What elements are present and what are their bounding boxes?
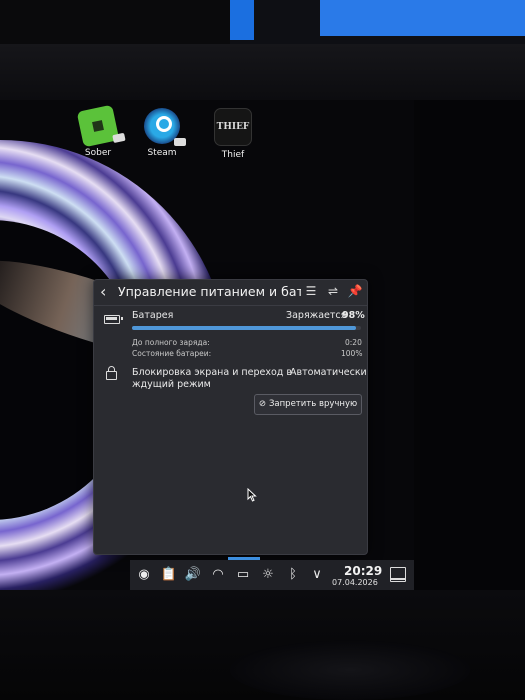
steam-icon <box>144 108 186 146</box>
show-desktop-icon[interactable] <box>390 567 406 582</box>
brightness-icon[interactable]: ☼ <box>258 565 278 585</box>
inhibit-manually-button[interactable]: ⊘ Запретить вручную <box>254 394 362 415</box>
clock-date[interactable]: 07.04.2026 <box>332 578 378 587</box>
time-to-full-label: До полного заряда: <box>132 338 210 347</box>
monitor-bezel-right <box>414 100 525 600</box>
inhibit-button-label: Запретить вручную <box>268 399 358 409</box>
thief-icon: THIEF <box>214 108 252 146</box>
lock-icon <box>106 366 117 380</box>
volume-icon[interactable]: 🔊 <box>183 565 203 585</box>
desktop-icon-thief[interactable]: THIEF Thief <box>203 108 263 160</box>
desktop-icon-label: Sober <box>84 148 112 158</box>
chevron-down-icon[interactable]: ∨ <box>307 565 327 585</box>
battery-progress-fill <box>132 326 357 330</box>
configure-icon[interactable]: ⇌ <box>325 283 341 299</box>
bluetooth-icon[interactable]: ᛒ <box>283 565 303 585</box>
active-indicator <box>228 557 260 560</box>
pin-icon[interactable]: 📌 <box>347 283 363 299</box>
desktop-icon-label: Thief <box>221 150 245 160</box>
battery-health-label: Состояние батареи: <box>132 349 212 358</box>
battery-label: Батарея <box>132 310 174 321</box>
sleep-mode-value: Автоматически <box>290 367 367 378</box>
battery-icon <box>104 315 123 324</box>
desktop-icon-sober[interactable]: Sober <box>68 104 128 158</box>
monitor-bezel-top <box>0 44 525 100</box>
desktop-icon-steam[interactable]: Steam <box>132 108 192 158</box>
battery-percent: 98% <box>342 310 365 321</box>
sleep-label-line2: ждущий режим <box>132 379 211 390</box>
sober-icon <box>76 104 126 148</box>
battery-tray-icon[interactable]: ▭ <box>233 565 253 585</box>
desktop-icon-label: Steam <box>147 148 177 158</box>
wifi-icon[interactable]: ◠ <box>208 565 228 585</box>
popup-header: ‹ Управление питанием и бат... ☰ ⇌ 📌 <box>94 280 367 304</box>
steam-tray-icon[interactable]: ◉ <box>134 565 154 585</box>
background-monitor <box>230 0 525 44</box>
clipboard-icon[interactable]: 📋 <box>159 565 179 585</box>
popup-title: Управление питанием и бат... <box>118 284 301 299</box>
back-button[interactable]: ‹ <box>100 282 106 301</box>
mouse-cursor-icon <box>247 488 257 502</box>
battery-status: Заряжается <box>286 310 347 321</box>
power-battery-popup: ‹ Управление питанием и бат... ☰ ⇌ 📌 Бат… <box>93 279 368 555</box>
clock-time[interactable]: 20:29 <box>344 564 382 578</box>
menu-icon[interactable]: ☰ <box>303 283 319 299</box>
block-icon: ⊘ <box>258 399 266 409</box>
time-to-full-value: 0:20 <box>345 338 362 347</box>
battery-progress-bar <box>132 326 361 330</box>
sleep-label-line1: Блокировка экрана и переход в <box>132 367 292 378</box>
battery-health-value: 100% <box>341 349 363 358</box>
